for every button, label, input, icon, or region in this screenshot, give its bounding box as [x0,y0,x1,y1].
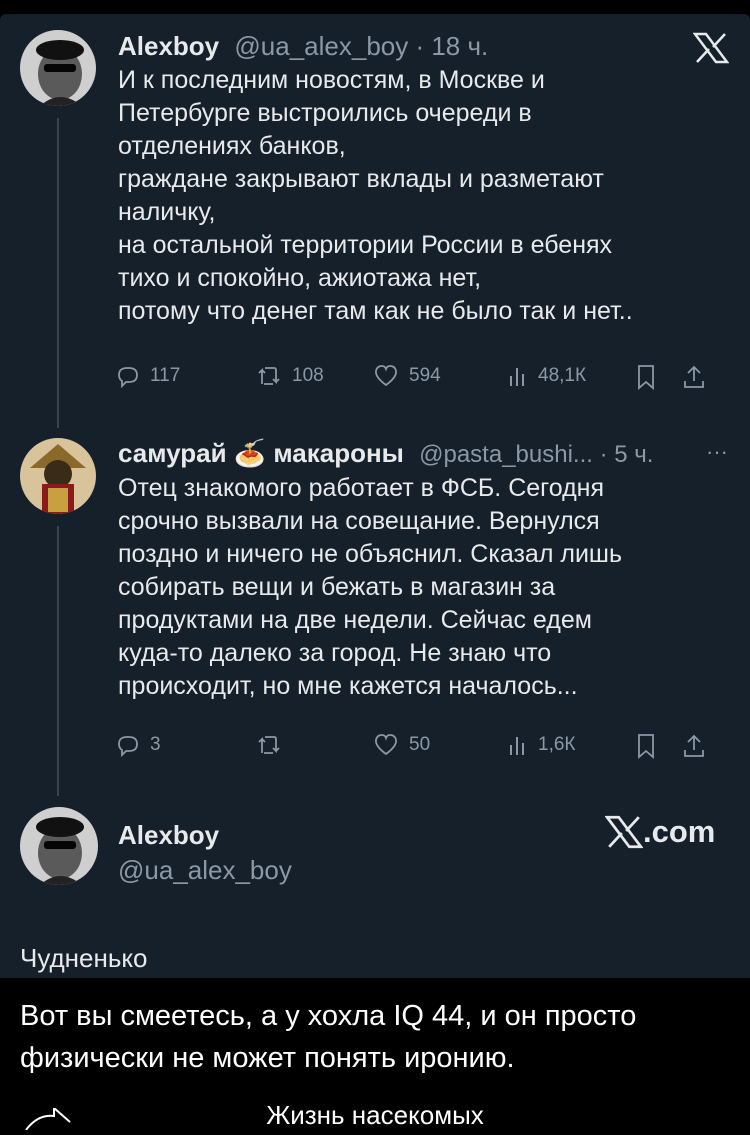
footer-author-name[interactable]: Alexboy [118,820,219,851]
views-count: 48,1К [538,365,587,386]
tweet1-line: Петербурге выстроились очереди в [118,99,532,127]
like-button[interactable]: 594 [373,364,441,388]
reply-icon [118,736,138,757]
tweet1-line: граждане закрывают вклады и разметают [118,165,604,193]
thread-connector [57,118,59,428]
tweet-screenshot: Alexboy @ua_alex_boy · 18 ч. И к последн… [0,14,750,978]
share-icon [684,734,704,757]
footer-author-handle[interactable]: @ua_alex_boy [118,855,292,886]
reply-button[interactable]: 117 [116,364,180,388]
tweet1-author-name[interactable]: Alexboy [118,31,219,61]
tweet1-line: на остальной территории России в ебенях [118,231,613,259]
x-logo-icon[interactable] [692,32,730,69]
more-options-button[interactable]: ··· [706,439,728,465]
like-button[interactable]: 50 [373,733,430,757]
reply-button[interactable]: 3 [116,733,161,757]
share-icon [684,365,704,388]
tweet2-line: продуктами на две недели. Сейчас едем [118,606,592,634]
retweet-button[interactable] [256,733,292,757]
post-caption: Чудненько [20,943,148,973]
avatar-alexboy-footer[interactable] [20,807,98,885]
bookmark-icon [638,365,654,390]
bookmark-icon [638,734,654,759]
views-count: 1,6К [538,734,576,755]
tweet2-line: поздно и ничего не объяснил. Сказал лишь [118,540,623,568]
bookmark-button[interactable] [636,733,656,759]
bookmark-button[interactable] [636,364,656,390]
tweet2-line: куда-то далеко за город. Не знаю что [118,639,552,667]
retweet-count: 108 [292,365,324,386]
tweet1-line: потому что денег там как не было так и н… [118,297,633,325]
tweet2-body: Отец знакомого работает в ФСБ. Сегодня с… [118,472,622,703]
reply-icon [118,367,138,388]
tweet1-line: наличку, [118,198,216,226]
meme-caption: Вот вы смеетесь, а у хохла IQ 44, и он п… [20,995,730,1079]
tweet1-line: тихо и спокойно, ажиотажа нет, [118,264,482,292]
tweet2-author-name[interactable]: самурай 🍝 макароны [118,438,404,468]
x-com-brand: .com [605,814,715,850]
views-button[interactable]: 1,6К [508,733,575,757]
avatar-alexboy[interactable] [20,30,96,106]
tweet2-header: самурай 🍝 макароны @pasta_bushi... · 5 ч… [118,438,653,469]
tweet2-line: собирать вещи и бежать в магазин за [118,573,556,601]
channel-name[interactable]: Жизнь насекомых [0,1100,750,1131]
tweet1-line: отделениях банков, [118,132,346,160]
tweet1-header: Alexboy @ua_alex_boy · 18 ч. [118,31,488,62]
tweet1-body: И к последним новостям, в Москве и Петер… [118,64,633,328]
tweet2-line: происходит, но мне кажется началось... [118,672,578,700]
avatar-samurai[interactable] [20,438,96,514]
tweet2-line: Отец знакомого работает в ФСБ. Сегодня [118,474,605,502]
reply-count: 3 [150,734,161,755]
x-logo-icon [605,815,643,849]
retweet-icon [258,736,280,754]
like-count: 50 [409,734,431,755]
like-count: 594 [409,365,441,386]
views-icon [510,368,524,386]
tweet2-line: срочно вызвали на совещание. Вернулся [118,507,600,535]
thread-connector [57,526,59,796]
tweet2-meta[interactable]: @pasta_bushi... · 5 ч. [419,441,653,468]
brand-domain: .com [643,814,716,849]
views-icon [510,737,524,755]
views-button[interactable]: 48,1К [508,364,586,388]
tweet2-actions: 3 50 1,6К [116,733,750,763]
reply-count: 117 [150,365,181,386]
retweet-button[interactable]: 108 [256,364,324,388]
tweet1-line: И к последним новостям, в Москве и [118,66,545,94]
tweet1-meta[interactable]: @ua_alex_boy · 18 ч. [234,31,488,61]
like-icon [375,365,397,387]
retweet-icon [258,367,280,385]
like-icon [375,734,397,756]
meme-line: физически не может понять иронию. [20,1042,515,1074]
top-bar [0,0,750,14]
meme-line: Вот вы смеетесь, а у хохла IQ 44, и он п… [20,1000,637,1032]
tweet1-actions: 117 108 594 48,1К [116,364,750,394]
share-button[interactable] [682,364,706,390]
share-button[interactable] [682,733,706,759]
